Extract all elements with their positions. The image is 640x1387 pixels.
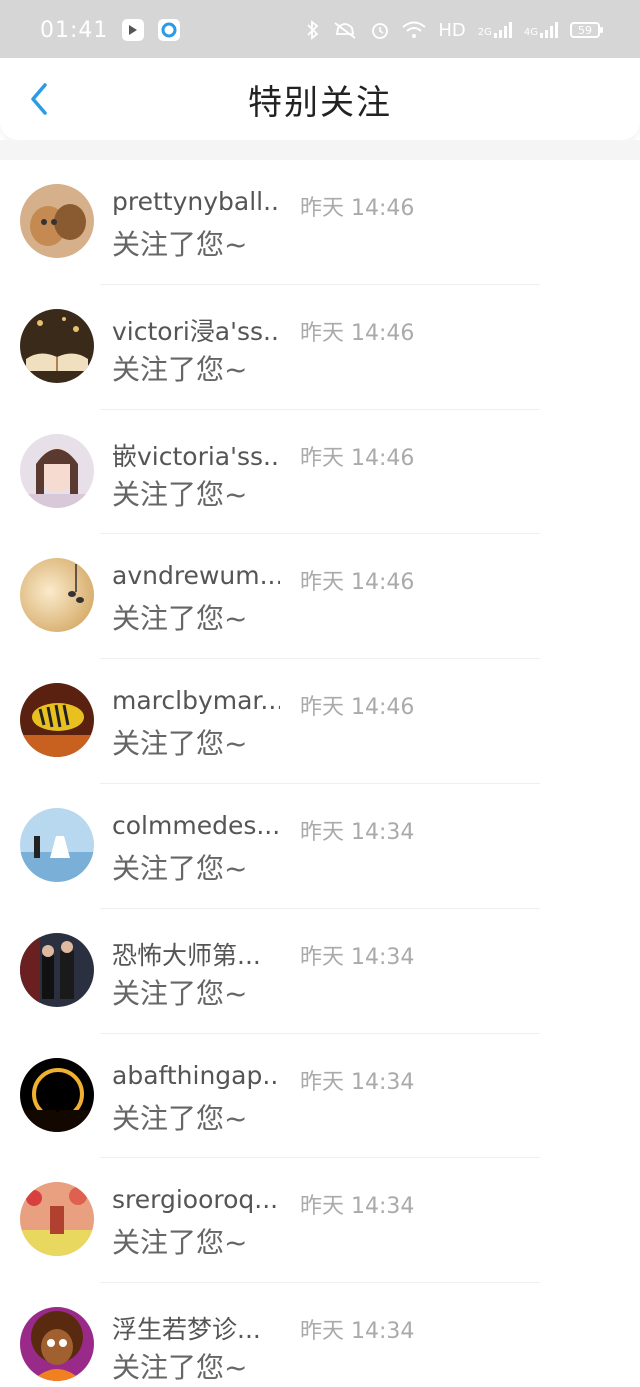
follow-time: 昨天 14:46 [300, 695, 415, 721]
follow-message: 关注了您~ [112, 976, 248, 1010]
avatar[interactable] [20, 433, 94, 508]
follow-time: 昨天 14:34 [300, 1194, 415, 1220]
user-name: 恐怖大师第... [112, 940, 261, 970]
follow-time: 昨天 14:34 [300, 944, 415, 970]
avatar[interactable] [20, 1307, 94, 1382]
list-item[interactable]: 恐怖大师第... 昨天 14:34 关注了您~ [0, 909, 640, 1034]
follow-message: 关注了您~ [112, 1101, 248, 1135]
header-gap [0, 140, 640, 160]
follow-list: prettynyball... 昨天 14:46 关注了您~ victori浸a… [0, 160, 640, 1387]
user-name: abafthingap... [112, 1060, 280, 1090]
mute-icon [334, 22, 356, 39]
user-name: srergiooroq... [112, 1185, 279, 1215]
follow-message: 关注了您~ [112, 228, 248, 261]
follow-message: 关注了您~ [112, 602, 248, 636]
user-name: avndrewum... [112, 561, 280, 591]
signal-2g: 2G [478, 22, 512, 38]
user-name: prettynyball... [112, 187, 280, 216]
avatar[interactable] [20, 807, 94, 882]
status-time: 01:41 [40, 17, 109, 43]
signal-icon [540, 22, 558, 38]
follow-message: 关注了您~ [112, 727, 248, 761]
alarm-icon [372, 23, 389, 39]
follow-time: 昨天 14:34 [300, 1069, 415, 1095]
status-right: HD 2G 4G 59 [306, 19, 603, 41]
avatar[interactable] [20, 184, 94, 258]
avatar[interactable] [20, 1182, 94, 1257]
hd-indicator: HD [438, 19, 466, 41]
follow-time: 昨天 14:46 [300, 570, 415, 596]
status-bar: 01:41 HD 2G 4G 59 [0, 0, 640, 60]
user-name: 嵌victoria'ss... [112, 441, 280, 471]
list-item[interactable]: srergiooroq... 昨天 14:34 关注了您~ [0, 1158, 640, 1284]
follow-time: 昨天 14:34 [300, 819, 415, 845]
follow-time: 昨天 14:46 [300, 320, 415, 346]
follow-message: 关注了您~ [112, 352, 248, 386]
list-item[interactable]: abafthingap... 昨天 14:34 关注了您~ [0, 1034, 640, 1159]
list-item[interactable]: colmmedes... 昨天 14:34 关注了您~ [0, 784, 640, 909]
list-item[interactable]: marclbymar... 昨天 14:46 关注了您~ [0, 659, 640, 784]
follow-message: 关注了您~ [112, 851, 248, 885]
follow-message: 关注了您~ [112, 1351, 248, 1385]
follow-message: 关注了您~ [112, 1226, 248, 1260]
avatar[interactable] [20, 1057, 94, 1132]
follow-time: 昨天 14:46 [300, 196, 415, 221]
signal-2g-label: 2G [477, 27, 492, 38]
battery-icon: 59 [570, 22, 603, 38]
bluetooth-icon [307, 20, 319, 40]
signal-4g: 4G [524, 22, 558, 38]
avatar[interactable] [20, 308, 94, 383]
chevron-left-icon [31, 83, 47, 115]
user-name: victori浸a'ss... [112, 316, 280, 346]
follow-message: 关注了您~ [112, 477, 248, 511]
avatar[interactable] [20, 683, 94, 758]
signal-4g-label: 4G [523, 27, 538, 38]
signal-icon [493, 22, 512, 38]
list-item[interactable]: prettynyball... 昨天 14:46 关注了您~ [0, 160, 640, 285]
user-name: 浮生若梦诊... [112, 1315, 261, 1345]
follow-time: 昨天 14:34 [300, 1319, 415, 1345]
list-item[interactable]: 浮生若梦诊... 昨天 14:34 关注了您~ [0, 1283, 640, 1387]
user-name: colmmedes... [112, 810, 280, 840]
user-name: marclbymar... [112, 686, 280, 716]
app-notification-icon [122, 19, 145, 41]
list-item[interactable]: avndrewum... 昨天 14:46 关注了您~ [0, 534, 640, 660]
nav-bar: 特别关注 [0, 58, 640, 140]
avatar[interactable] [20, 558, 94, 633]
list-item[interactable]: victori浸a'ss... 昨天 14:46 关注了您~ [0, 285, 640, 410]
follow-time: 昨天 14:46 [300, 445, 415, 471]
list-item[interactable]: 嵌victoria'ss... 昨天 14:46 关注了您~ [0, 410, 640, 535]
page-title: 特别关注 [248, 82, 392, 123]
browser-notification-icon [158, 19, 181, 41]
avatar[interactable] [20, 932, 94, 1007]
status-left: 01:41 [40, 17, 181, 43]
wifi-icon [402, 21, 426, 38]
back-button[interactable] [22, 82, 56, 116]
